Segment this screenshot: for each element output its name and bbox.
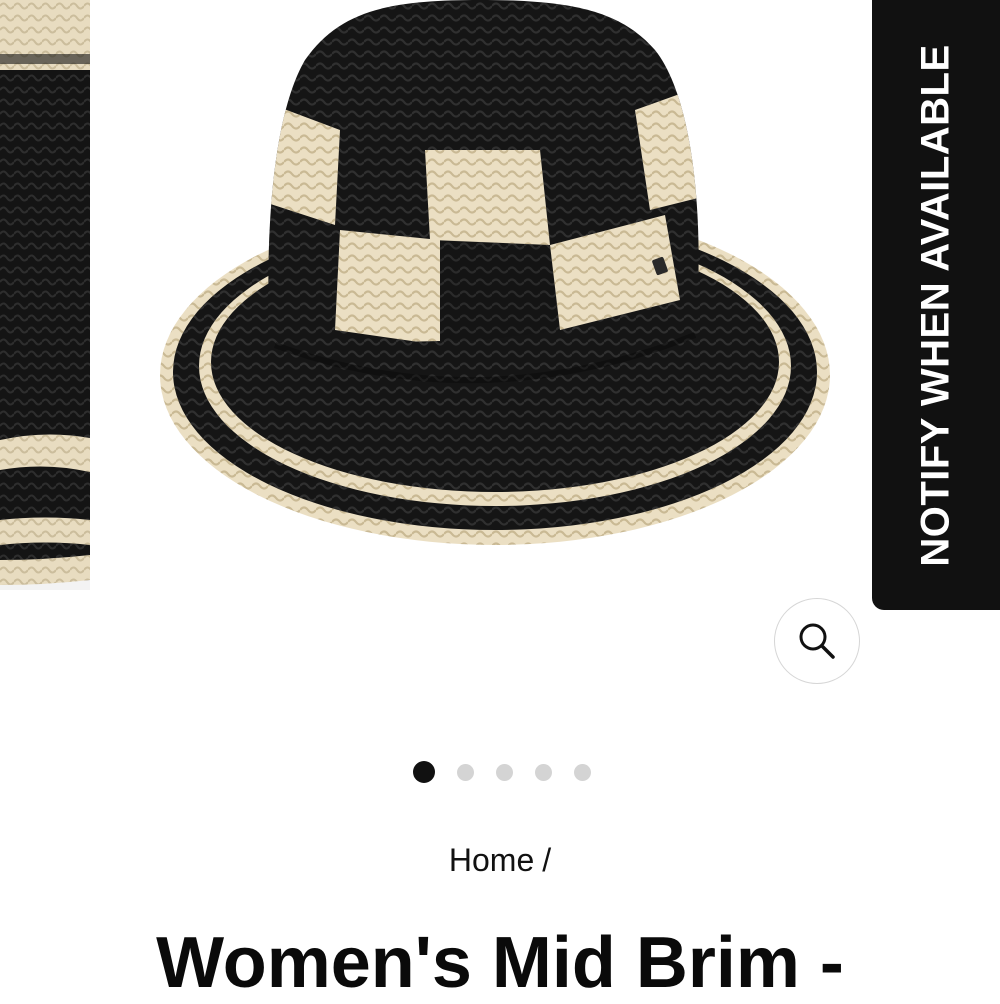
breadcrumb-home-link[interactable]: Home: [449, 842, 534, 878]
pagination-dot-2[interactable]: [457, 763, 474, 781]
magnifier-icon: [799, 623, 835, 659]
previous-slide-image[interactable]: [0, 0, 90, 590]
zoom-button[interactable]: [774, 598, 860, 684]
product-image-gallery[interactable]: NOTIFY WHEN AVAILABLE: [0, 0, 1000, 740]
notify-label: NOTIFY WHEN AVAILABLE: [913, 43, 958, 567]
breadcrumb: Home /: [0, 842, 1000, 879]
notify-when-available-button[interactable]: NOTIFY WHEN AVAILABLE: [872, 0, 1000, 610]
pagination-dot-4[interactable]: [535, 763, 552, 781]
breadcrumb-separator: /: [542, 842, 552, 878]
gallery-pagination: [0, 760, 1000, 784]
main-product-image[interactable]: [140, 0, 860, 560]
pagination-dot-3[interactable]: [496, 763, 513, 781]
pagination-dot-1[interactable]: [413, 761, 435, 783]
pagination-dot-5[interactable]: [574, 763, 591, 781]
product-title: Women's Mid Brim -: [156, 923, 844, 1003]
